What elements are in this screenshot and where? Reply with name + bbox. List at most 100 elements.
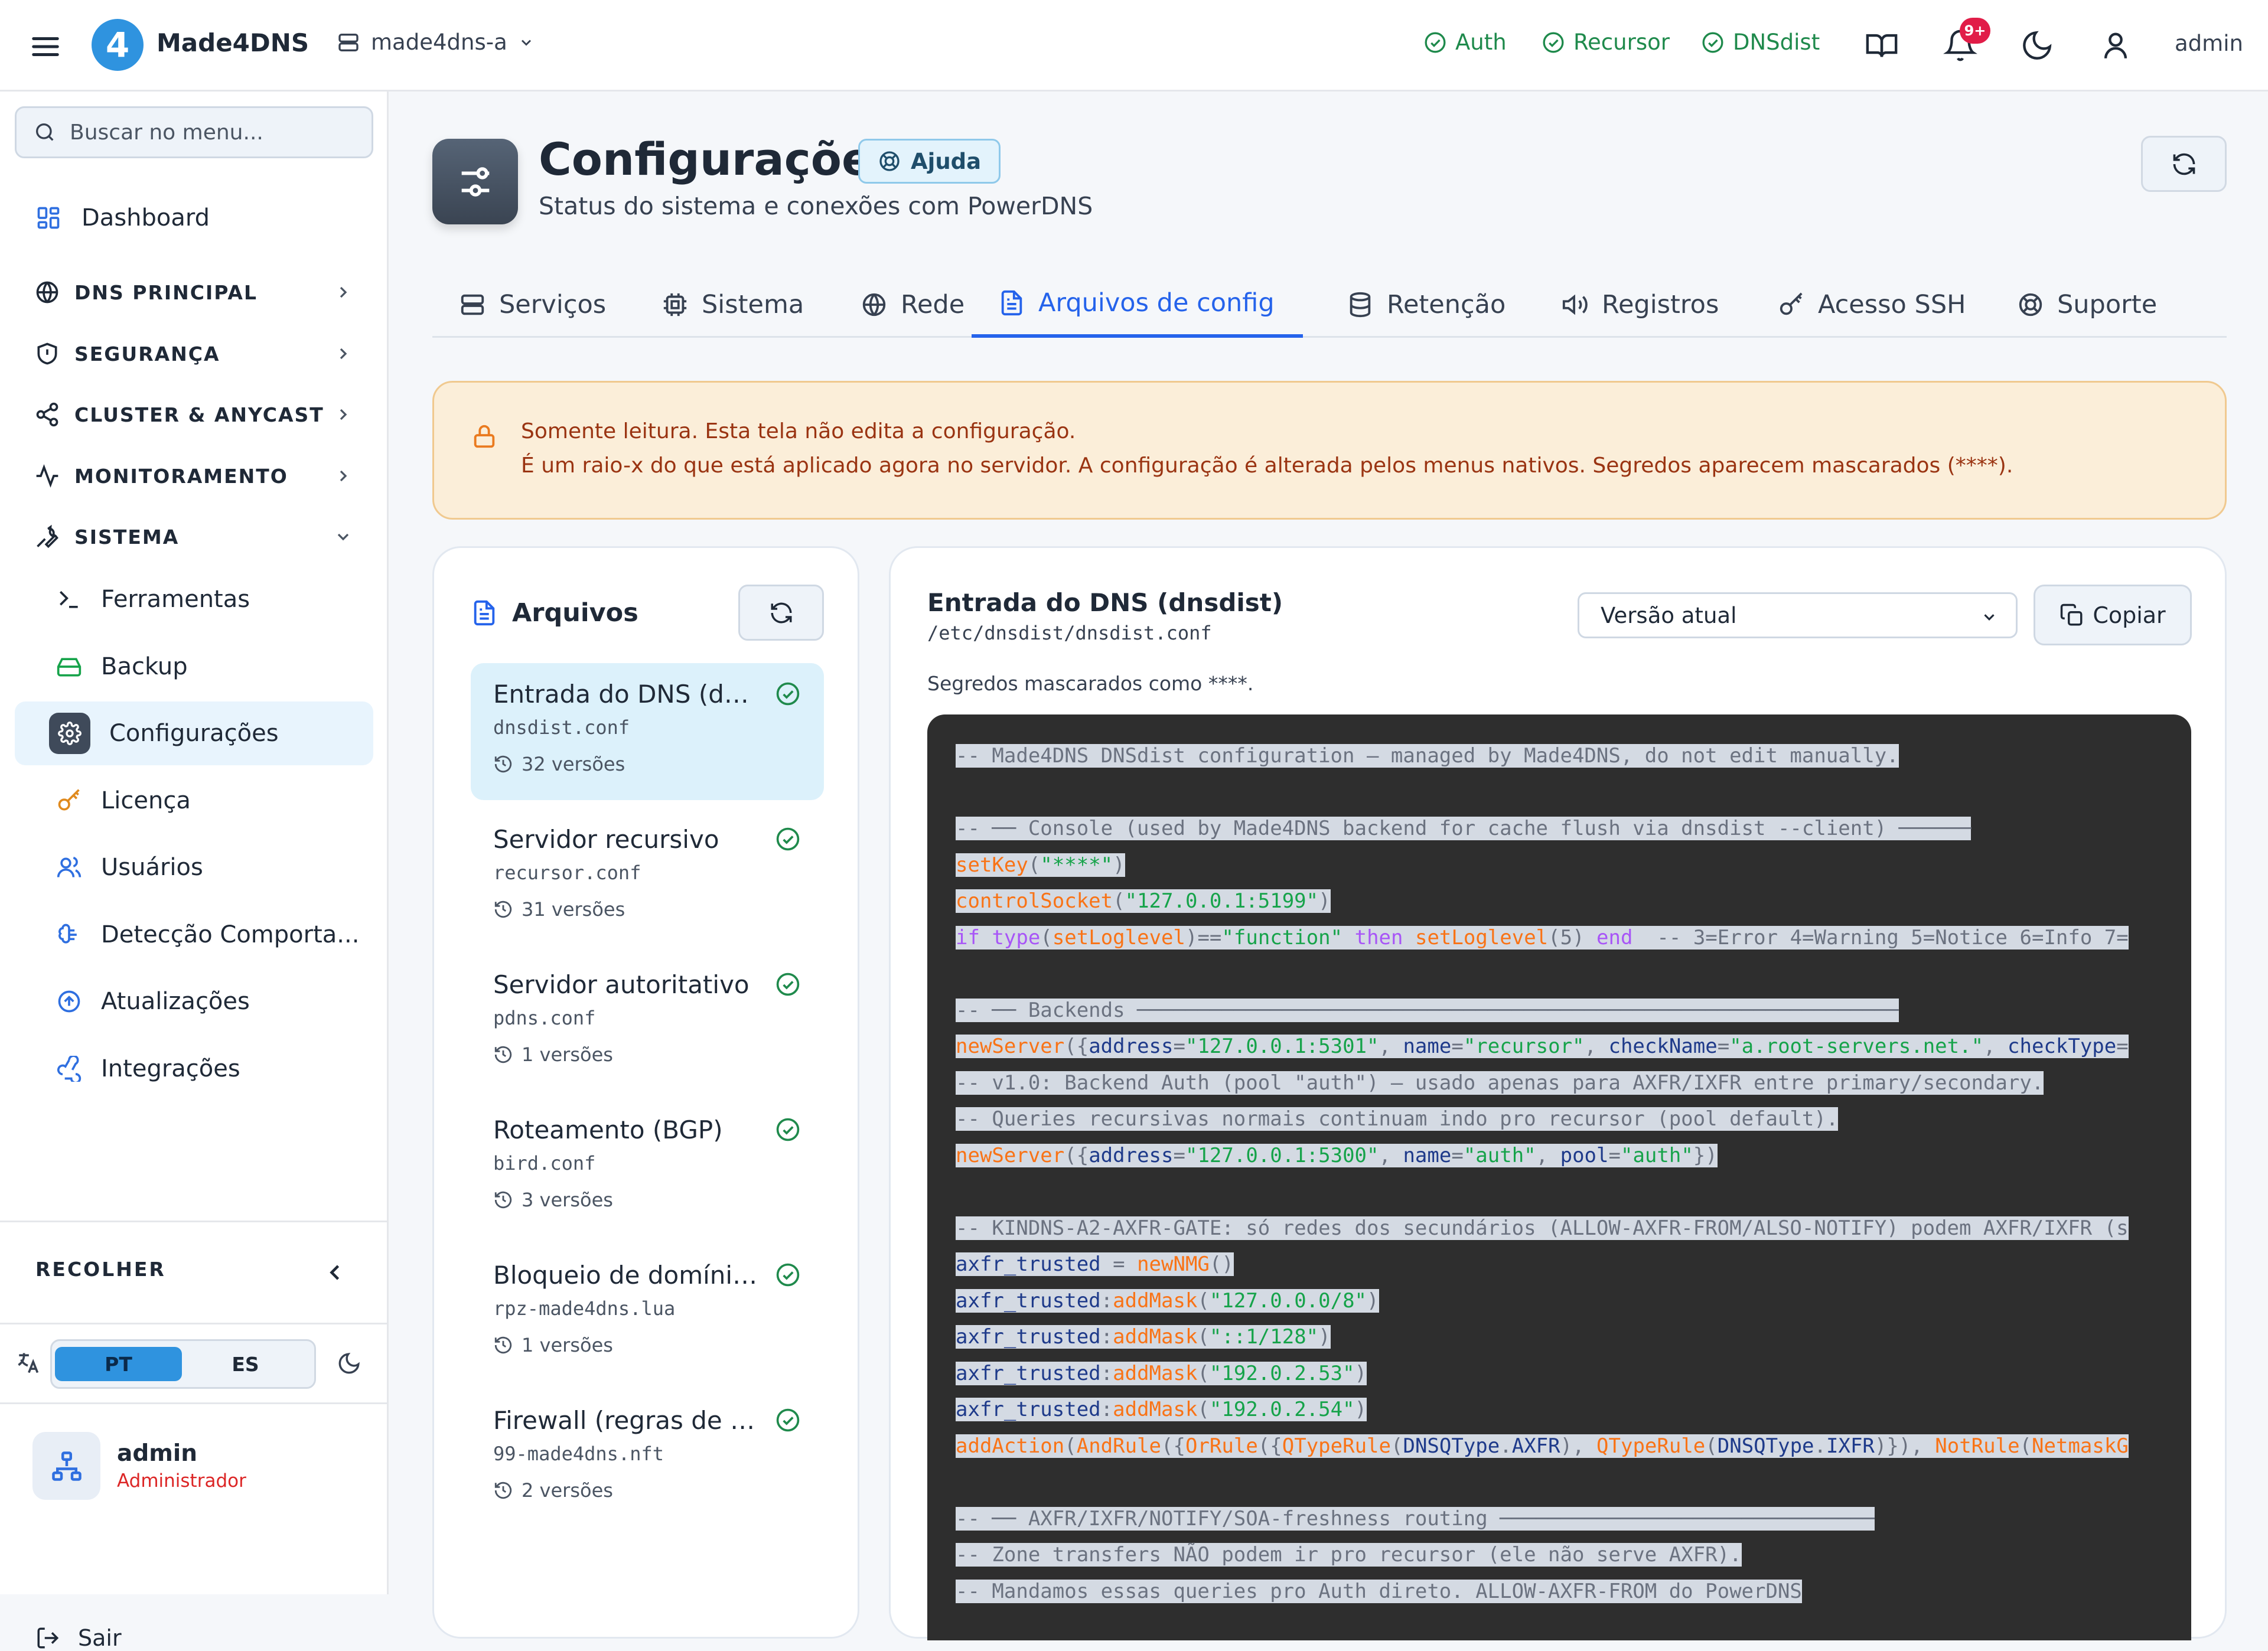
- sidebar-item-configuracoes[interactable]: Configurações: [15, 701, 373, 765]
- version-select[interactable]: Versão atual: [1578, 592, 2018, 638]
- refresh-icon: [2171, 151, 2197, 177]
- brand-name[interactable]: Made4DNS: [157, 28, 309, 57]
- files-heading: Arquivos: [471, 598, 638, 628]
- sidebar-item-dashboard[interactable]: Dashboard: [15, 186, 373, 250]
- globe-icon: [861, 291, 888, 318]
- users-icon: [56, 854, 82, 880]
- tab-servicos[interactable]: Serviços: [459, 272, 606, 338]
- check-circle-icon: [775, 826, 801, 852]
- globe-icon: [34, 279, 60, 305]
- code-line: -- Made4DNS DNSdist configuration — mana…: [956, 744, 1899, 768]
- logout-button[interactable]: Sair: [35, 1625, 122, 1651]
- file-item-pdns[interactable]: Servidor autoritativo pdns.conf 1 versõe…: [471, 954, 824, 1091]
- code-line: -- ── Console (used by Made4DNS backend …: [956, 817, 1972, 840]
- section-label: CLUSTER & ANYCAST: [74, 403, 324, 426]
- sidebar-item-deteccao[interactable]: Detecção Comporta...: [15, 903, 373, 967]
- history-icon: [493, 1190, 513, 1210]
- page-subtitle: Status do sistema e conexões com PowerDN…: [539, 192, 1093, 220]
- book-icon[interactable]: [1865, 28, 1899, 63]
- file-name: Firewall (regras de re...: [493, 1406, 759, 1435]
- share-nodes-icon: [34, 402, 60, 428]
- service-label: Auth: [1455, 30, 1507, 55]
- user-menu-label[interactable]: admin: [2175, 31, 2243, 56]
- language-es-button[interactable]: ES: [182, 1347, 309, 1381]
- sidebar-section-monitoramento[interactable]: MONITORAMENTO: [15, 452, 373, 500]
- history-icon: [493, 1480, 513, 1500]
- sidebar-section-seguranca[interactable]: SEGURANÇA: [15, 330, 373, 377]
- service-status-recursor[interactable]: Recursor: [1542, 30, 1670, 55]
- copy-button[interactable]: Copiar: [2034, 585, 2192, 645]
- user-icon[interactable]: [2098, 28, 2133, 63]
- tab-arquivos-de-config[interactable]: Arquivos de config: [972, 272, 1303, 338]
- check-circle-icon: [775, 971, 801, 997]
- section-label: DNS PRINCIPAL: [74, 280, 258, 304]
- brand-logo-icon[interactable]: 4: [92, 19, 144, 71]
- history-icon: [493, 899, 513, 919]
- file-versions: 3 versões: [493, 1189, 613, 1211]
- sidebar-item-label: Integrações: [101, 1055, 240, 1082]
- language-pt-button[interactable]: PT: [55, 1347, 182, 1381]
- chevron-right-icon: [334, 405, 353, 424]
- page-refresh-button[interactable]: [2141, 136, 2227, 192]
- sidebar-item-integracoes[interactable]: Integrações: [15, 1037, 373, 1101]
- activity-icon: [34, 463, 60, 489]
- tab-label: Serviços: [499, 290, 607, 319]
- file-name: Servidor recursivo: [493, 825, 719, 854]
- sidebar-section-cluster-anycast[interactable]: CLUSTER & ANYCAST: [15, 391, 373, 438]
- file-item-bird[interactable]: Roteamento (BGP) bird.conf 3 versões: [471, 1099, 824, 1236]
- tab-sistema[interactable]: Sistema: [662, 272, 804, 338]
- sidebar: Buscar no menu... Dashboard DNS PRINCIPA…: [0, 92, 389, 1651]
- page-title: Configurações: [539, 133, 899, 185]
- file-item-firewall[interactable]: Firewall (regras de re... 99-made4dns.nf…: [471, 1389, 824, 1526]
- file-versions: 2 versões: [493, 1479, 613, 1502]
- sidebar-item-usuarios[interactable]: Usuários: [15, 836, 373, 899]
- settings-sliders-icon: [432, 139, 518, 224]
- collapse-label[interactable]: RECOLHER: [35, 1258, 166, 1281]
- file-item-recursor[interactable]: Servidor recursivo recursor.conf 31 vers…: [471, 808, 824, 945]
- sidebar-item-licenca[interactable]: Licença: [15, 769, 373, 833]
- sidebar-section-dns-principal[interactable]: DNS PRINCIPAL: [15, 269, 373, 316]
- search-placeholder: Buscar no menu...: [70, 120, 263, 145]
- check-circle-icon: [1542, 31, 1565, 54]
- file-item-dnsdist[interactable]: Entrada do DNS (dns... dnsdist.conf 32 v…: [471, 663, 824, 800]
- code-line: axfr_trusted:addMask("127.0.0.0/8"): [956, 1288, 1379, 1313]
- code-line: -- ── Backends ─────────────────────────…: [956, 998, 1899, 1022]
- sidebar-item-label: Detecção Comporta...: [101, 921, 360, 948]
- server-selector[interactable]: made4dns-a: [337, 30, 535, 55]
- file-name: Roteamento (BGP): [493, 1115, 723, 1144]
- tab-acesso-ssh[interactable]: Acesso SSH: [1778, 272, 1966, 338]
- language-toggle: PT ES: [50, 1339, 316, 1389]
- config-viewer-panel: Entrada do DNS (dnsdist) /etc/dnsdist/dn…: [889, 546, 2227, 1640]
- chevron-right-icon: [334, 344, 353, 363]
- chevron-left-icon[interactable]: [322, 1260, 348, 1285]
- file-path: pdns.conf: [493, 1007, 596, 1029]
- code-line: axfr_trusted:addMask("::1/128"): [956, 1325, 1331, 1349]
- version-select-value: Versão atual: [1601, 602, 1737, 628]
- viewer-title: Entrada do DNS (dnsdist): [927, 588, 1283, 617]
- user-card[interactable]: admin Administrador: [32, 1432, 246, 1500]
- file-versions-label: 1 versões: [522, 1043, 613, 1066]
- moon-icon[interactable]: [2020, 28, 2054, 63]
- help-button[interactable]: Ajuda: [858, 139, 1001, 184]
- tab-label: Arquivos de config: [1038, 288, 1275, 318]
- sidebar-item-backup[interactable]: Backup: [15, 635, 373, 699]
- sidebar-item-ferramentas[interactable]: Ferramentas: [15, 567, 373, 631]
- tab-registros[interactable]: Registros: [1562, 272, 1719, 338]
- top-bar: 4 Made4DNS made4dns-a Auth Recursor DNSd…: [0, 0, 2268, 92]
- code-line: axfr_trusted = newNMG(): [956, 1252, 1234, 1276]
- files-refresh-button[interactable]: [738, 585, 824, 641]
- tab-rede[interactable]: Rede: [861, 272, 964, 338]
- file-item-rpz[interactable]: Bloqueio de domínio... rpz-made4dns.lua …: [471, 1244, 824, 1381]
- menu-search-input[interactable]: Buscar no menu...: [15, 106, 373, 158]
- code-view[interactable]: -- Made4DNS DNSdist configuration — mana…: [927, 714, 2191, 1640]
- sidebar-item-atualizacoes[interactable]: Atualizações: [15, 970, 373, 1033]
- tab-suporte[interactable]: Suporte: [2017, 272, 2157, 338]
- sidebar-item-label: Dashboard: [82, 204, 210, 231]
- service-status-auth[interactable]: Auth: [1423, 30, 1507, 55]
- moon-icon[interactable]: [337, 1351, 361, 1376]
- service-status-dnsdist[interactable]: DNSdist: [1701, 30, 1820, 55]
- sidebar-section-sistema[interactable]: SISTEMA: [15, 513, 373, 560]
- menu-icon[interactable]: [30, 31, 61, 63]
- tab-retencao[interactable]: Retenção: [1347, 272, 1506, 338]
- tab-label: Suporte: [2057, 290, 2158, 319]
